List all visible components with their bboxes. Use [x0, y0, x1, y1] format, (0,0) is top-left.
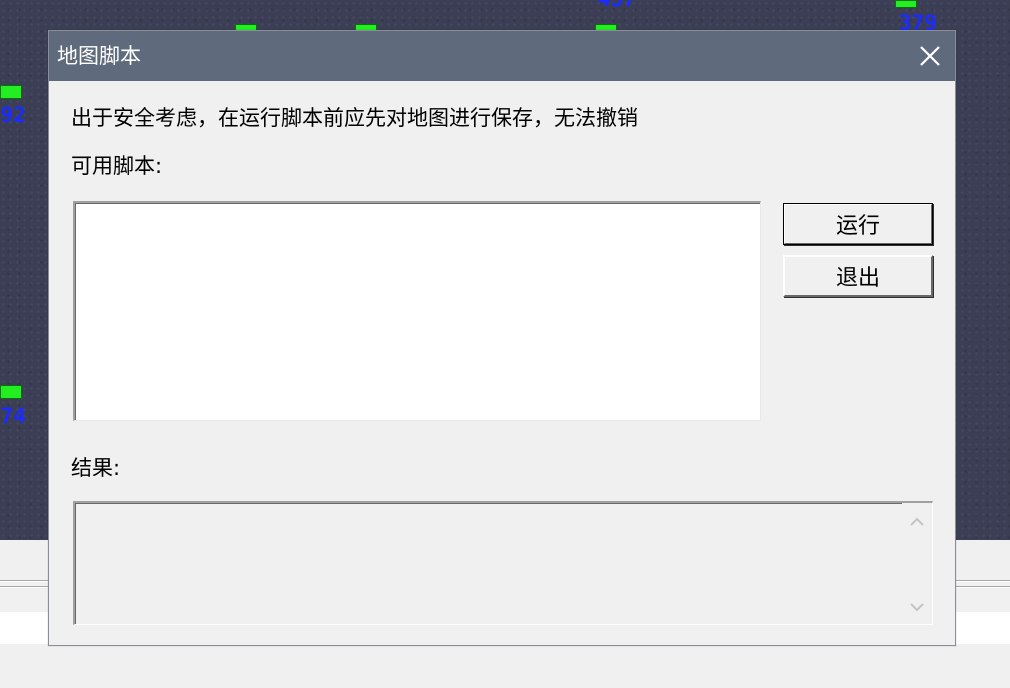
dialog-title-bar[interactable]: 地图脚本 — [49, 31, 955, 81]
scroll-down-button[interactable] — [902, 592, 932, 622]
map-node[interactable] — [895, 0, 917, 8]
available-scripts-label: 可用脚本: — [71, 154, 163, 178]
chevron-down-icon — [910, 603, 924, 612]
map-node[interactable] — [0, 385, 22, 399]
results-textarea[interactable] — [73, 501, 933, 625]
scroll-up-button[interactable] — [902, 507, 932, 537]
exit-button[interactable]: 退出 — [783, 255, 933, 297]
map-script-dialog: 地图脚本 出于安全考虑，在运行脚本前应先对地图进行保存，无法撤销 可用脚本: 运… — [48, 30, 956, 646]
map-node-label: 492 — [0, 103, 26, 127]
map-node[interactable] — [0, 85, 22, 99]
map-node-label: 374 — [0, 404, 26, 428]
results-label: 结果: — [71, 456, 121, 480]
close-button[interactable] — [911, 37, 949, 75]
map-node-label: 437 — [598, 0, 636, 10]
results-scrollbar[interactable] — [902, 503, 932, 624]
chevron-up-icon — [910, 517, 924, 526]
available-scripts-list[interactable] — [73, 201, 761, 421]
save-warning-text: 出于安全考虑，在运行脚本前应先对地图进行保存，无法撤销 — [71, 106, 638, 130]
dialog-title: 地图脚本 — [57, 44, 141, 68]
run-button[interactable]: 运行 — [783, 203, 933, 245]
close-icon — [920, 46, 940, 66]
